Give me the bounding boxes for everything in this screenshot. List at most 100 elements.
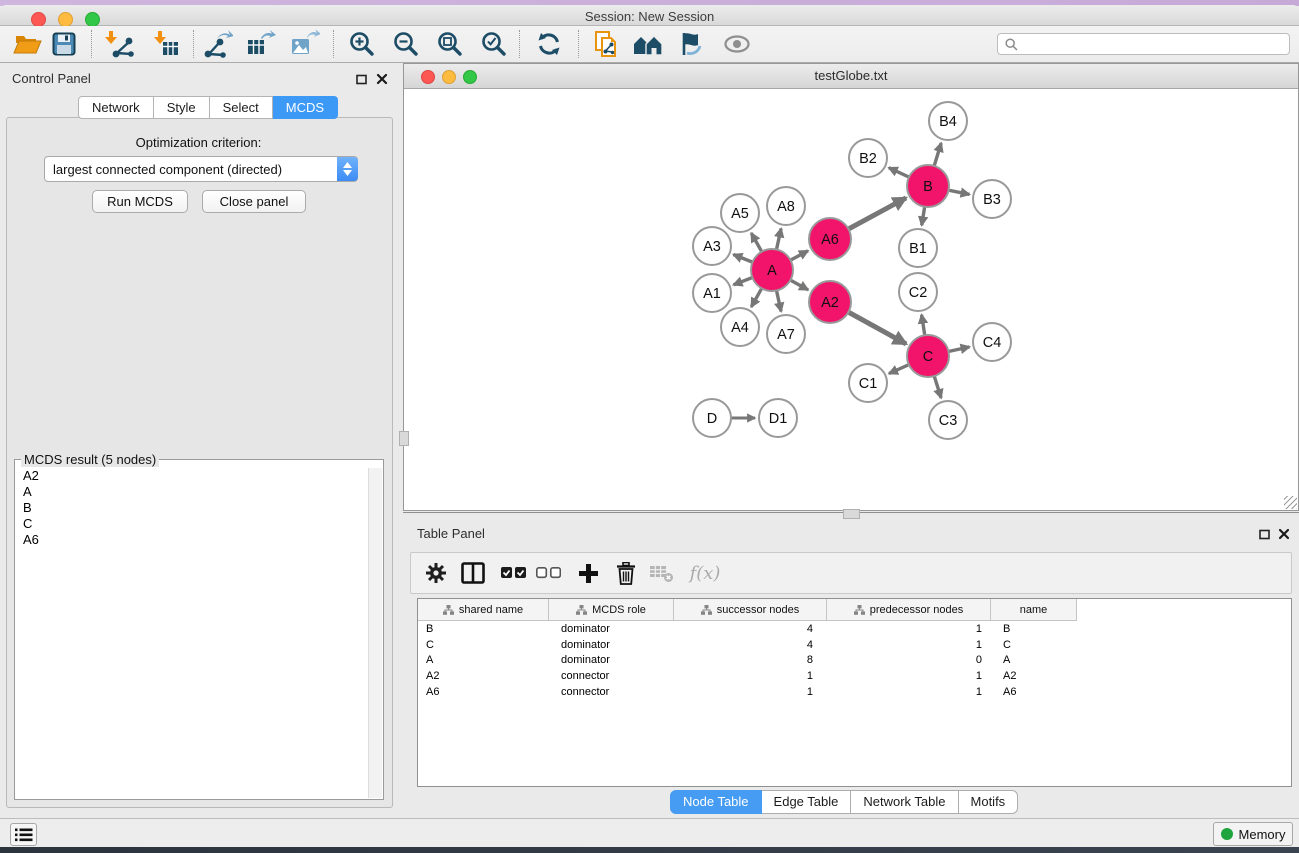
task-history-button[interactable] [10,823,37,846]
main-titlebar[interactable]: Session: New Session [0,5,1299,26]
network-graph-canvas[interactable]: B4B2BB3A8A5A6A3B1AA1C2A2A4A7C4CC1C3DD1 [404,89,1298,510]
zoom-in-button[interactable] [343,28,381,60]
memory-button[interactable]: Memory [1213,822,1293,846]
table-cell[interactable]: A6 [991,686,1077,698]
graph-node-B4[interactable]: B4 [929,102,967,140]
table-row[interactable]: Bdominator41B [418,621,1291,637]
network-view-window[interactable]: testGlobe.txt B4B2BB3A8A5A6A3B1AA1C2A2A4… [403,63,1299,511]
column-header-successor-nodes[interactable]: successor nodes [674,599,827,620]
graph-node-D[interactable]: D [693,399,731,437]
graph-node-C2[interactable]: C2 [899,273,937,311]
unselect-all-button[interactable] [531,553,565,593]
tab-select[interactable]: Select [210,96,273,119]
table-panel-close-button[interactable] [1278,528,1290,543]
table-cell[interactable]: 1 [674,686,827,698]
table-cell[interactable]: A6 [418,686,549,698]
table-settings-button[interactable] [419,553,453,593]
show-columns-button[interactable] [456,553,490,593]
table-cell[interactable]: A2 [991,670,1077,682]
table-cell[interactable]: 4 [674,639,827,651]
mcds-result-item[interactable]: B [16,500,369,516]
tab-motifs[interactable]: Motifs [959,790,1019,814]
tab-mcds[interactable]: MCDS [273,96,338,119]
table-row[interactable]: Adominator80A [418,652,1291,668]
graph-node-B[interactable]: B [907,165,949,207]
tab-style[interactable]: Style [154,96,210,119]
export-network-button[interactable] [199,28,237,60]
select-all-button[interactable] [496,553,530,593]
vertical-divider-handle[interactable] [399,431,409,446]
clone-network-button[interactable] [588,28,626,60]
column-header-predecessor-nodes[interactable]: predecessor nodes [827,599,991,620]
table-cell[interactable]: A2 [418,670,549,682]
network-window-titlebar[interactable]: testGlobe.txt [404,64,1298,89]
graph-node-C1[interactable]: C1 [849,364,887,402]
graph-node-A7[interactable]: A7 [767,315,805,353]
graph-node-B3[interactable]: B3 [973,180,1011,218]
graph-node-A3[interactable]: A3 [693,227,731,265]
table-cell[interactable]: connector [549,686,674,698]
table-cell[interactable]: 1 [827,639,991,651]
table-cell[interactable]: dominator [549,623,674,635]
tab-network[interactable]: Network [78,96,154,119]
column-header-shared-name[interactable]: shared name [418,599,549,620]
table-cell[interactable]: A [418,654,549,666]
column-header-name[interactable]: name [991,599,1077,620]
graph-node-A[interactable]: A [751,249,793,291]
delete-column-button[interactable] [645,553,679,593]
mcds-result-item[interactable]: A [16,484,369,500]
graph-node-A8[interactable]: A8 [767,187,805,225]
import-network-button[interactable] [101,28,139,60]
table-cell[interactable]: dominator [549,639,674,651]
table-cell[interactable]: 1 [827,686,991,698]
save-session-button[interactable] [45,28,83,60]
refresh-button[interactable] [530,28,568,60]
criterion-dropdown[interactable]: largest connected component (directed) [44,156,358,182]
mcds-result-scrollbar[interactable] [368,468,382,798]
run-mcds-button[interactable]: Run MCDS [92,190,188,213]
table-cell[interactable]: 1 [674,670,827,682]
graph-node-A6[interactable]: A6 [809,218,851,260]
table-cell[interactable]: C [418,639,549,651]
home-button[interactable] [629,28,667,60]
search-field[interactable] [997,33,1290,55]
column-header-mcds-role[interactable]: MCDS role [549,599,674,620]
graph-node-A5[interactable]: A5 [721,194,759,232]
graph-node-C4[interactable]: C4 [973,323,1011,361]
close-panel-button[interactable]: Close panel [202,190,306,213]
mcds-result-item[interactable]: C [16,516,369,532]
graph-node-B2[interactable]: B2 [849,139,887,177]
zoom-fit-button[interactable] [431,28,469,60]
table-cell[interactable]: A [991,654,1077,666]
table-cell[interactable]: connector [549,670,674,682]
table-cell[interactable]: 0 [827,654,991,666]
graph-node-A1[interactable]: A1 [693,274,731,312]
graph-node-A2[interactable]: A2 [809,281,851,323]
table-cell[interactable]: B [991,623,1077,635]
tab-edge-table[interactable]: Edge Table [762,790,852,814]
table-cell[interactable]: 1 [827,670,991,682]
graph-node-C3[interactable]: C3 [929,401,967,439]
mcds-result-item[interactable]: A6 [16,532,369,548]
export-table-button[interactable] [242,28,280,60]
import-table-button[interactable] [147,28,185,60]
window-resize-grip[interactable] [1284,496,1297,509]
delete-button[interactable] [609,553,643,593]
open-session-button[interactable] [9,28,47,60]
table-row[interactable]: Cdominator41C [418,637,1291,653]
table-panel-float-button[interactable] [1259,528,1270,543]
control-panel-float-button[interactable] [356,73,367,88]
graph-node-C[interactable]: C [907,335,949,377]
function-builder-button[interactable]: f(x) [685,553,725,593]
table-cell[interactable]: 8 [674,654,827,666]
table-cell[interactable]: C [991,639,1077,651]
zoom-out-button[interactable] [387,28,425,60]
table-row[interactable]: A6connector11A6 [418,684,1291,700]
eye-button[interactable] [718,28,756,60]
tab-node-table[interactable]: Node Table [670,790,762,814]
create-column-button[interactable] [571,553,605,593]
table-cell[interactable]: 4 [674,623,827,635]
graph-node-D1[interactable]: D1 [759,399,797,437]
mcds-result-list[interactable]: A2ABCA6 [16,468,369,798]
search-input[interactable] [1022,35,1289,53]
